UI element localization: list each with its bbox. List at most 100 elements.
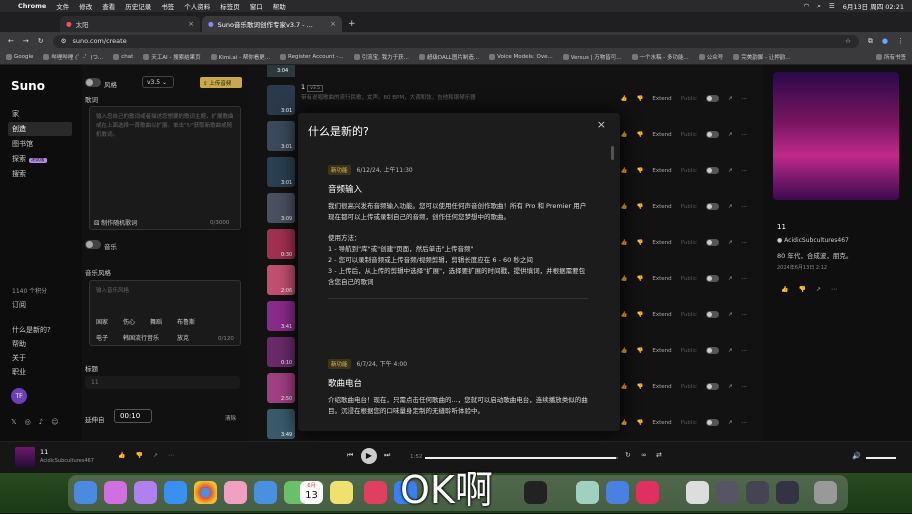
upload-audio-button[interactable]: ⇪ 上传音频 [200, 77, 242, 88]
random-lyrics-button[interactable]: ⚄ 制作随机歌词 [94, 218, 137, 227]
app-icon[interactable] [576, 481, 599, 504]
share-icon[interactable]: ↗ [728, 96, 733, 102]
style-chip[interactable]: 伤心 [123, 317, 135, 326]
style-chip[interactable]: 放克 [177, 333, 189, 342]
share-icon[interactable]: ↗ [728, 312, 733, 318]
song-thumbnail[interactable]: 3:04 [267, 65, 295, 77]
calendar-icon[interactable]: 6月 13 [300, 481, 323, 504]
new-tab-icon[interactable]: + [348, 19, 356, 29]
song-cover-image[interactable] [773, 72, 899, 200]
song-thumbnail[interactable]: 3:01 [267, 157, 295, 187]
about-link[interactable]: 关于 [12, 353, 26, 363]
x-twitter-icon[interactable]: 𝕏 [11, 418, 17, 426]
instagram-icon[interactable]: ◎ [25, 418, 31, 426]
bookmark-item[interactable]: 天工AI - 搜索结果页 [143, 53, 201, 61]
player-cover[interactable] [15, 447, 35, 467]
document-icon[interactable] [686, 481, 709, 504]
clear-button[interactable]: 清除 [225, 414, 236, 422]
profile-icon[interactable]: ● [882, 37, 888, 45]
public-toggle[interactable] [705, 95, 719, 102]
extensions-icon[interactable]: ⧉ [868, 37, 873, 46]
extend-button[interactable]: Extend [652, 384, 671, 390]
sidebar-item-explore[interactable]: 探索 测试版 [12, 154, 47, 164]
close-icon[interactable]: × [188, 20, 194, 28]
thumbs-up-icon[interactable]: 👍 [621, 96, 628, 102]
menu-view[interactable]: 查看 [102, 1, 115, 11]
all-bookmarks[interactable]: 所有书签 [875, 53, 906, 61]
more-icon[interactable]: ⋯ [742, 348, 748, 354]
bookmark-item[interactable]: Kimi.ai - 帮你看更... [210, 53, 270, 61]
loop-icon[interactable]: ∞ [641, 451, 647, 459]
extend-time-input[interactable]: 00:10 [114, 409, 152, 423]
window-thumbnail[interactable] [746, 481, 769, 504]
more-icon[interactable]: ⋯ [742, 96, 748, 102]
thumbs-down-icon[interactable]: 👎 [637, 384, 644, 390]
instrumental-toggle[interactable] [85, 240, 101, 249]
sidebar-item-home[interactable]: 家 [12, 109, 19, 119]
site-info-icon[interactable]: ⚙ [61, 37, 67, 45]
thumbs-down-icon[interactable]: 👎 [637, 204, 644, 210]
song-thumbnail[interactable]: 0:30 [267, 229, 295, 259]
app-icon[interactable] [134, 481, 157, 504]
previous-icon[interactable]: ⏮ [347, 451, 353, 460]
close-icon[interactable]: × [330, 20, 336, 28]
extend-button[interactable]: Extend [652, 132, 671, 138]
public-toggle[interactable] [705, 347, 719, 354]
more-icon[interactable]: ⋯ [742, 240, 748, 246]
subscribe-link[interactable]: 订阅 [12, 300, 26, 310]
music-icon[interactable] [364, 481, 387, 504]
song-row[interactable]: 3:01 👍 👎 Extend Public ↗ ⋯ [265, 83, 755, 117]
forward-icon[interactable]: → [23, 37, 29, 45]
public-toggle[interactable] [705, 167, 719, 174]
tab-suno[interactable]: ● Suno音乐歌词创作专家v3.7 - ... × [202, 16, 342, 32]
safari-icon[interactable] [164, 481, 187, 504]
bookmark-item[interactable]: Voice Models: Ove... [489, 54, 553, 60]
title-input[interactable]: 11 [85, 376, 240, 389]
menu-edit[interactable]: 修改 [79, 1, 92, 11]
address-bar[interactable]: ⚙ suno.com/create ☆ [52, 34, 859, 48]
custom-mode-toggle[interactable] [85, 78, 101, 87]
bookmark-item[interactable]: 引流宝, 我力于获... [353, 53, 409, 61]
bookmark-item[interactable]: 公众号 [698, 53, 723, 61]
extend-button[interactable]: Extend [652, 420, 671, 426]
more-icon[interactable]: ⋯ [742, 204, 748, 210]
window-thumbnail[interactable] [776, 481, 799, 504]
more-icon[interactable]: ⋯ [742, 420, 748, 426]
wifi-icon[interactable]: ◠ [804, 2, 810, 10]
more-menu-icon[interactable]: ⋮ [897, 37, 904, 45]
thumbs-down-icon[interactable]: 👎 [637, 240, 644, 246]
thumbs-up-icon[interactable]: 👍 [621, 420, 628, 426]
bookmark-item[interactable]: 哔哩哔哩 (゜-゜)つ... [43, 53, 103, 61]
thumbs-down-icon[interactable]: 👎 [798, 286, 805, 293]
photos-icon[interactable] [224, 481, 247, 504]
more-icon[interactable]: ⋯ [742, 276, 748, 282]
notes-icon[interactable] [330, 481, 353, 504]
thumbs-up-icon[interactable]: 👍 [118, 452, 125, 459]
share-icon[interactable]: ↗ [728, 276, 733, 282]
bookmark-item[interactable]: Google [6, 54, 33, 60]
thumbs-up-icon[interactable]: 👍 [621, 168, 628, 174]
whats-new-link[interactable]: 什么是新的? [12, 325, 51, 335]
more-icon[interactable]: ⋯ [742, 312, 748, 318]
creative-cloud-icon[interactable] [636, 481, 659, 504]
song-thumbnail[interactable]: 3:41 [267, 301, 295, 331]
thumbs-up-icon[interactable]: 👍 [781, 286, 788, 293]
thumbs-up-icon[interactable]: 👍 [621, 384, 628, 390]
menu-history[interactable]: 历史记录 [125, 1, 151, 11]
thumbs-down-icon[interactable]: 👎 [637, 420, 644, 426]
style-chip[interactable]: 舞蹈 [150, 317, 162, 326]
thumbs-down-icon[interactable]: 👎 [637, 348, 644, 354]
bookmark-item[interactable]: Register Account -... [280, 54, 344, 60]
extend-button[interactable]: Extend [652, 240, 671, 246]
bookmark-item[interactable]: chat [113, 54, 133, 60]
back-icon[interactable]: ← [8, 37, 14, 45]
extend-button[interactable]: Extend [652, 348, 671, 354]
song-thumbnail[interactable]: 2:50 [267, 373, 295, 403]
more-icon[interactable]: ⋯ [742, 168, 748, 174]
play-button[interactable]: ▶ [361, 448, 377, 464]
app-icon[interactable] [606, 481, 629, 504]
sidebar-item-search[interactable]: 搜索 [12, 169, 26, 179]
sidebar-item-create[interactable]: 创造 [8, 122, 72, 136]
style-chip[interactable]: 布鲁斯 [177, 317, 195, 326]
trash-icon[interactable] [814, 481, 837, 504]
